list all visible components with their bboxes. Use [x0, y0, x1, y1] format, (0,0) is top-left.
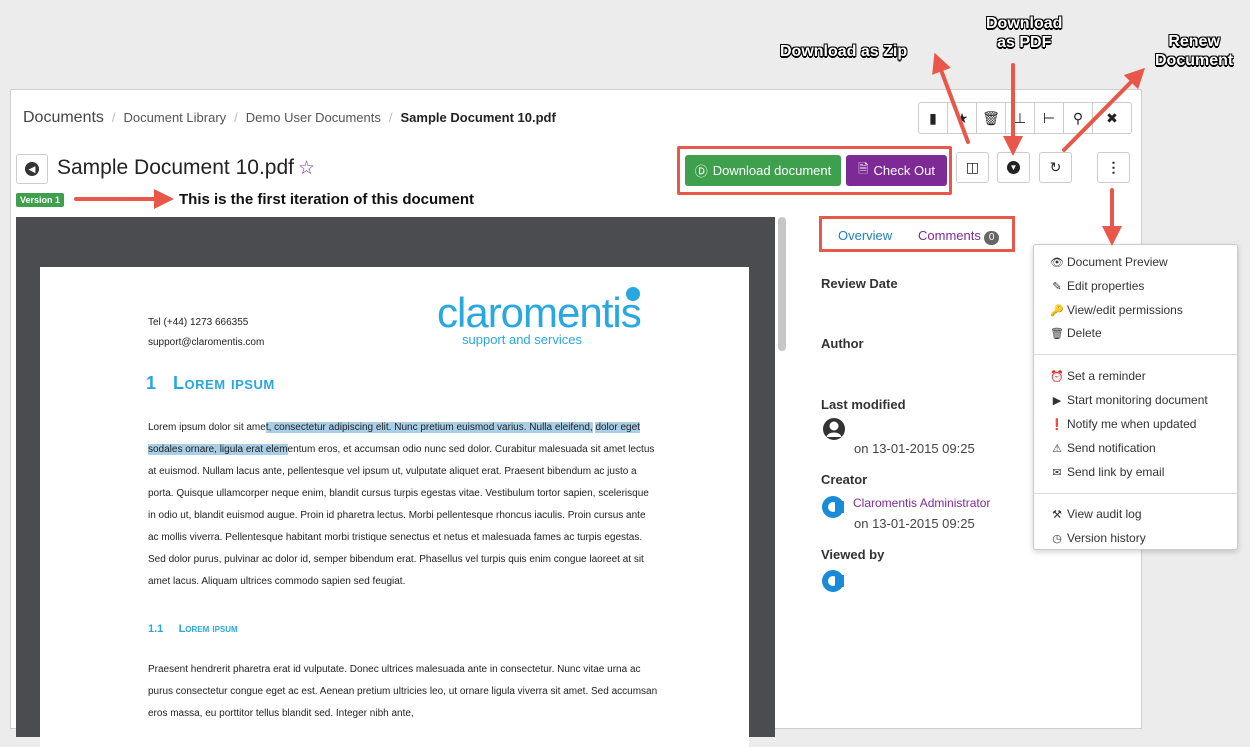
annotation-arrows: [74, 52, 1146, 246]
arrow-renew: [1062, 67, 1146, 152]
arrow-zip: [932, 52, 970, 144]
